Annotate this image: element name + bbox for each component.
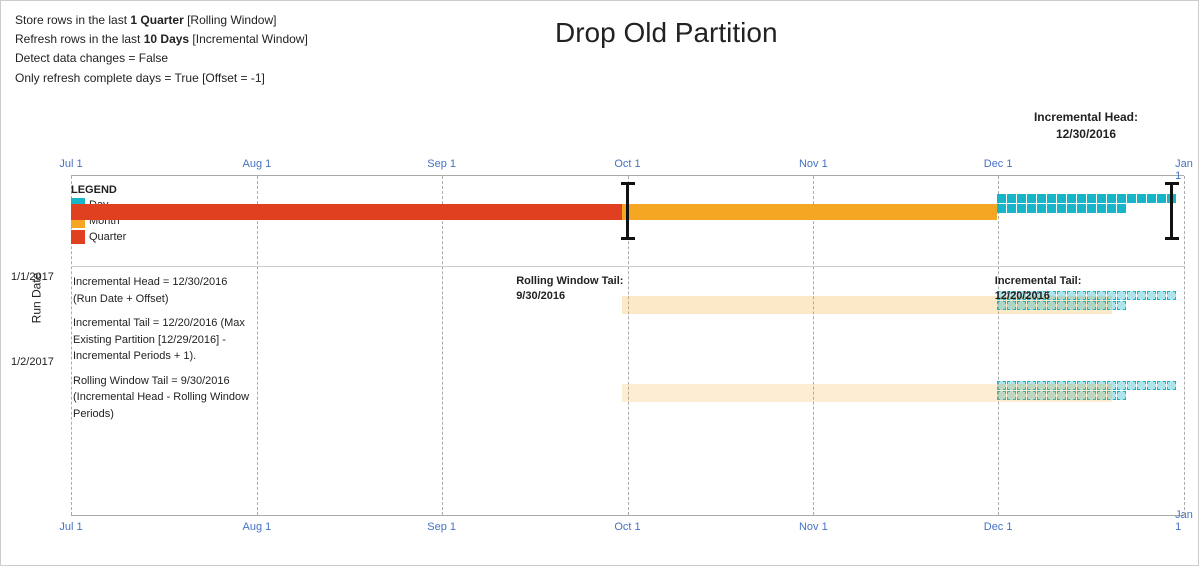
chart-title: Drop Old Partition bbox=[555, 17, 778, 49]
main-container: Store rows in the last 1 Quarter [Rollin… bbox=[0, 0, 1199, 566]
ibeam-dec30 bbox=[1166, 182, 1178, 240]
row1-date-label: 1/1/2017 bbox=[11, 271, 54, 283]
incremental-tail-label: Incremental Tail:12/20/2016 bbox=[995, 274, 1082, 305]
legend-title: LEGEND bbox=[71, 184, 126, 196]
rolling-window-tail-label: Rolling Window Tail:9/30/2016 bbox=[516, 274, 623, 305]
legend-quarter-color bbox=[71, 230, 85, 244]
legend-item-quarter: Quarter bbox=[71, 230, 126, 244]
ibeam-oct1 bbox=[622, 182, 634, 240]
day-cells-row1 bbox=[997, 194, 1184, 232]
quarter-bar bbox=[71, 204, 622, 220]
axis-label-bottom-nov: Nov 1 bbox=[799, 521, 828, 533]
axis-label-nov: Nov 1 bbox=[799, 158, 828, 170]
axis-label-bottom-dec: Dec 1 bbox=[984, 521, 1013, 533]
axis-label-jul: Jul 1 bbox=[59, 158, 82, 170]
chart-area: Jul 1 Aug 1 Sep 1 Oct 1 Nov 1 Dec 1 Jan … bbox=[71, 156, 1184, 535]
axis-label-bottom-aug: Aug 1 bbox=[242, 521, 271, 533]
row2-month-region bbox=[622, 384, 1112, 402]
info-line1: Store rows in the last 1 Quarter [Rollin… bbox=[15, 11, 308, 30]
info-line4: Only refresh complete days = True [Offse… bbox=[15, 69, 308, 88]
gridline-sep bbox=[442, 176, 443, 515]
axis-label-bottom-jul: Jul 1 bbox=[59, 521, 82, 533]
info-line2: Refresh rows in the last 10 Days [Increm… bbox=[15, 30, 308, 49]
legend-quarter-label: Quarter bbox=[89, 231, 126, 243]
row1-inc-head-annot: Incremental Head = 12/30/2016(Run Date +… bbox=[73, 274, 273, 307]
row2-date-label: 1/2/2017 bbox=[11, 356, 54, 368]
info-block: Store rows in the last 1 Quarter [Rollin… bbox=[15, 11, 308, 88]
axis-bottom: Jul 1 Aug 1 Sep 1 Oct 1 Nov 1 Dec 1 Jan … bbox=[71, 515, 1184, 535]
axis-label-bottom-sep: Sep 1 bbox=[427, 521, 456, 533]
gridline-jan bbox=[1184, 176, 1185, 515]
month-bar bbox=[622, 204, 997, 220]
inc-head-top-label: Incremental Head:12/30/2016 bbox=[1034, 109, 1138, 143]
axis-label-aug: Aug 1 bbox=[242, 158, 271, 170]
axis-label-dec: Dec 1 bbox=[984, 158, 1013, 170]
row1-inc-tail-annot: Incremental Tail = 12/20/2016 (MaxExisti… bbox=[73, 315, 273, 365]
axis-label-bottom-oct: Oct 1 bbox=[614, 521, 640, 533]
axis-label-oct: Oct 1 bbox=[614, 158, 640, 170]
row1-annot-block: Incremental Head = 12/30/2016(Run Date +… bbox=[73, 274, 273, 422]
gridline-nov bbox=[813, 176, 814, 515]
axis-top: Jul 1 Aug 1 Sep 1 Oct 1 Nov 1 Dec 1 Jan … bbox=[71, 156, 1184, 176]
row-divider bbox=[71, 266, 1184, 267]
info-line3: Detect data changes = False bbox=[15, 49, 308, 68]
row1-rolling-tail-annot: Rolling Window Tail = 9/30/2016(Incremen… bbox=[73, 373, 273, 423]
axis-label-sep: Sep 1 bbox=[427, 158, 456, 170]
